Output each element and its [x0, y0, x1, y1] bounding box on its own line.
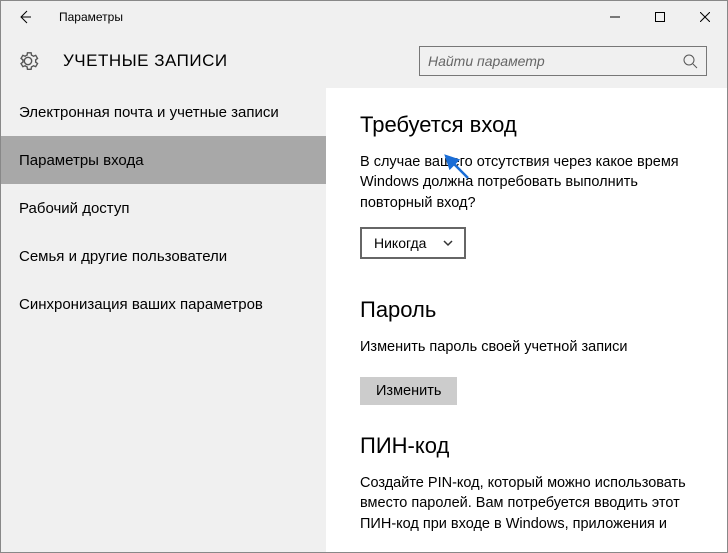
- sidebar-item-email-accounts[interactable]: Электронная почта и учетные записи: [1, 88, 326, 136]
- section-signin-required: Требуется вход В случае вашего отсутстви…: [360, 112, 709, 269]
- sidebar-item-label: Электронная почта и учетные записи: [19, 104, 279, 121]
- minimize-icon: [610, 12, 620, 22]
- sidebar-item-label: Рабочий доступ: [19, 200, 129, 217]
- close-button[interactable]: [682, 1, 727, 33]
- minimize-button[interactable]: [592, 1, 637, 33]
- section-description: В случае вашего отсутствия через какое в…: [360, 152, 709, 213]
- header: УЧЕТНЫЕ ЗАПИСИ: [1, 33, 727, 88]
- titlebar: Параметры: [1, 1, 727, 33]
- section-title: ПИН-код: [360, 433, 709, 459]
- window-title: Параметры: [59, 10, 123, 24]
- signin-timeout-dropdown[interactable]: Никогда: [360, 227, 466, 259]
- search-box[interactable]: [419, 46, 707, 76]
- section-description: Создайте PIN-код, который можно использо…: [360, 473, 709, 534]
- page-title: УЧЕТНЫЕ ЗАПИСИ: [63, 51, 228, 71]
- window-controls: [592, 1, 727, 33]
- content-pane: Требуется вход В случае вашего отсутстви…: [326, 88, 727, 552]
- section-password: Пароль Изменить пароль своей учетной зап…: [360, 297, 709, 405]
- cursor-pointer-icon: [438, 148, 478, 188]
- section-title: Пароль: [360, 297, 709, 323]
- arrow-left-icon: [17, 9, 33, 25]
- close-icon: [700, 12, 710, 22]
- gear-icon: [17, 50, 39, 72]
- sidebar: Электронная почта и учетные записи Парам…: [1, 88, 326, 552]
- main-area: Электронная почта и учетные записи Парам…: [1, 88, 727, 552]
- section-pin: ПИН-код Создайте PIN-код, который можно …: [360, 433, 709, 534]
- back-button[interactable]: [9, 1, 41, 33]
- maximize-button[interactable]: [637, 1, 682, 33]
- search-input[interactable]: [428, 53, 682, 69]
- maximize-icon: [655, 12, 665, 22]
- sidebar-item-label: Параметры входа: [19, 152, 144, 169]
- sidebar-item-family-users[interactable]: Семья и другие пользователи: [1, 232, 326, 280]
- section-title: Требуется вход: [360, 112, 709, 138]
- dropdown-value: Никогда: [374, 235, 426, 251]
- sidebar-item-label: Синхронизация ваших параметров: [19, 296, 263, 313]
- change-password-button[interactable]: Изменить: [360, 377, 457, 405]
- sidebar-item-sync-settings[interactable]: Синхронизация ваших параметров: [1, 280, 326, 328]
- chevron-down-icon: [442, 237, 454, 249]
- sidebar-item-work-access[interactable]: Рабочий доступ: [1, 184, 326, 232]
- sidebar-item-signin-options[interactable]: Параметры входа: [1, 136, 326, 184]
- search-icon: [682, 53, 698, 69]
- sidebar-item-label: Семья и другие пользователи: [19, 248, 227, 265]
- section-description: Изменить пароль своей учетной записи: [360, 337, 709, 357]
